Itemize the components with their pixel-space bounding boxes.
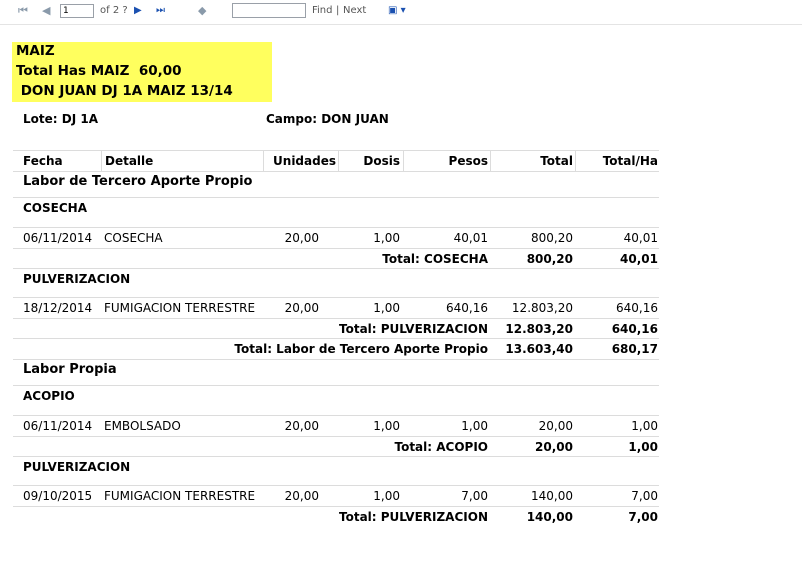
group-header: PULVERIZACION [13, 456, 659, 477]
fecha-cell: 06/11/2014 [23, 419, 93, 433]
subtotal-total-ha: 1,00 [628, 440, 658, 454]
find-input[interactable] [232, 3, 306, 18]
page-number-input[interactable] [60, 4, 94, 18]
total-cell: 140,00 [531, 489, 573, 503]
group-title: COSECHA [23, 201, 87, 215]
crop-title: MAIZ [16, 43, 55, 59]
subtotal-label: Total: PULVERIZACION [339, 510, 488, 524]
dosis-cell: 1,00 [373, 231, 400, 245]
lot-description: DON JUAN DJ 1A MAIZ 13/14 [16, 83, 233, 99]
unidades-cell: 20,00 [284, 231, 319, 245]
section-header: Labor de Tercero Aporte Propio [13, 171, 659, 192]
table-row: 06/11/2014 COSECHA 20,00 1,00 40,01 800,… [13, 227, 659, 248]
find-next-link[interactable]: Next [343, 3, 366, 19]
toolbar-separator: | [336, 5, 340, 16]
subtotal-total-ha: 640,16 [611, 322, 658, 336]
group-header: COSECHA [13, 197, 659, 218]
column-header-detalle: Detalle [105, 154, 154, 168]
subtotal-total-ha: 7,00 [628, 510, 658, 524]
section-header: Labor Propia [13, 359, 659, 380]
group-header: PULVERIZACION [13, 268, 659, 289]
table-row: 18/12/2014 FUMIGACION TERRESTRE 20,00 1,… [13, 297, 659, 318]
group-title: PULVERIZACION [23, 460, 131, 474]
section-title: Labor de Tercero Aporte Propio [23, 174, 253, 189]
back-to-parent-icon[interactable]: ◆ [198, 3, 206, 19]
detalle-cell: FUMIGACION TERRESTRE [104, 489, 256, 503]
last-page-icon[interactable]: ⏭ [156, 3, 165, 19]
subtotal-row: Total: PULVERIZACION 12.803,20 640,16 [13, 318, 659, 339]
group-title: PULVERIZACION [23, 272, 131, 286]
unidades-cell: 20,00 [284, 301, 319, 315]
subtotal-row: Total: PULVERIZACION 140,00 7,00 [13, 506, 659, 527]
unidades-cell: 20,00 [284, 489, 319, 503]
fecha-cell: 06/11/2014 [23, 231, 93, 245]
subtotal-label: Total: COSECHA [382, 252, 488, 266]
subtotal-row: Total: COSECHA 800,20 40,01 [13, 248, 659, 269]
fecha-cell: 09/10/2015 [23, 489, 93, 503]
find-link[interactable]: Find [312, 3, 333, 19]
report-header: MAIZ Total Has MAIZ 60,00 DON JUAN DJ 1A… [12, 42, 272, 102]
column-header-pesos: Pesos [448, 154, 488, 168]
subtotal-total: 800,20 [526, 252, 573, 266]
detalle-cell: EMBOLSADO [104, 419, 181, 433]
campo-label: Campo: DON JUAN [266, 112, 389, 126]
dosis-cell: 1,00 [373, 419, 400, 433]
subtotal-total: 12.803,20 [505, 322, 573, 336]
section-total-label: Total: Labor de Tercero Aporte Propio [234, 342, 488, 356]
detalle-cell: FUMIGACION TERRESTRE [104, 301, 256, 315]
column-header-total-ha: Total/Ha [602, 154, 658, 168]
dosis-cell: 1,00 [373, 301, 400, 315]
pesos-cell: 640,16 [446, 301, 488, 315]
total-cell: 20,00 [538, 419, 573, 433]
report-toolbar: ⏮ ◀ of 2 ? ▶ ⏭ ◆ Find | Next ▣ ▾ [0, 0, 802, 25]
pesos-cell: 40,01 [453, 231, 488, 245]
pesos-cell: 7,00 [461, 489, 488, 503]
total-ha-cell: 40,01 [623, 231, 658, 245]
section-total-total: 13.603,40 [505, 342, 573, 356]
total-ha-cell: 7,00 [631, 489, 658, 503]
subtotal-label: Total: PULVERIZACION [339, 322, 488, 336]
report-page: MAIZ Total Has MAIZ 60,00 DON JUAN DJ 1A… [0, 25, 802, 567]
unidades-cell: 20,00 [284, 419, 319, 433]
total-cell: 12.803,20 [511, 301, 573, 315]
total-cell: 800,20 [531, 231, 573, 245]
dosis-cell: 1,00 [373, 489, 400, 503]
subtotal-total: 140,00 [526, 510, 573, 524]
column-header-fecha: Fecha [23, 154, 63, 168]
column-header-total: Total [540, 154, 573, 168]
column-header-dosis: Dosis [363, 154, 400, 168]
subtotal-total: 20,00 [535, 440, 573, 454]
total-has-label: Total Has MAIZ 60,00 [16, 63, 182, 79]
table-row: 09/10/2015 FUMIGACION TERRESTRE 20,00 1,… [13, 485, 659, 506]
group-title: ACOPIO [23, 389, 75, 403]
table-row: 06/11/2014 EMBOLSADO 20,00 1,00 1,00 20,… [13, 415, 659, 436]
next-page-icon[interactable]: ▶ [134, 3, 142, 19]
subtotal-row: Total: ACOPIO 20,00 1,00 [13, 436, 659, 457]
fecha-cell: 18/12/2014 [23, 301, 93, 315]
column-header-unidades: Unidades [273, 154, 336, 168]
section-total-total-ha: 680,17 [611, 342, 658, 356]
column-header-row: Fecha Detalle Unidades Dosis Pesos Total… [13, 150, 659, 171]
detalle-cell: COSECHA [104, 231, 163, 245]
subtotal-label: Total: ACOPIO [394, 440, 488, 454]
export-icon[interactable]: ▣ ▾ [388, 3, 406, 19]
total-ha-cell: 640,16 [616, 301, 658, 315]
total-ha-cell: 1,00 [631, 419, 658, 433]
group-header: ACOPIO [13, 385, 659, 406]
lote-label: Lote: DJ 1A [23, 112, 98, 126]
section-title: Labor Propia [23, 362, 117, 377]
first-page-icon[interactable]: ⏮ [18, 3, 28, 19]
subtotal-total-ha: 40,01 [620, 252, 658, 266]
page-count-label: of 2 ? [100, 5, 128, 16]
pesos-cell: 1,00 [461, 419, 488, 433]
previous-page-icon[interactable]: ◀ [42, 3, 50, 19]
section-total-row: Total: Labor de Tercero Aporte Propio 13… [13, 338, 659, 359]
